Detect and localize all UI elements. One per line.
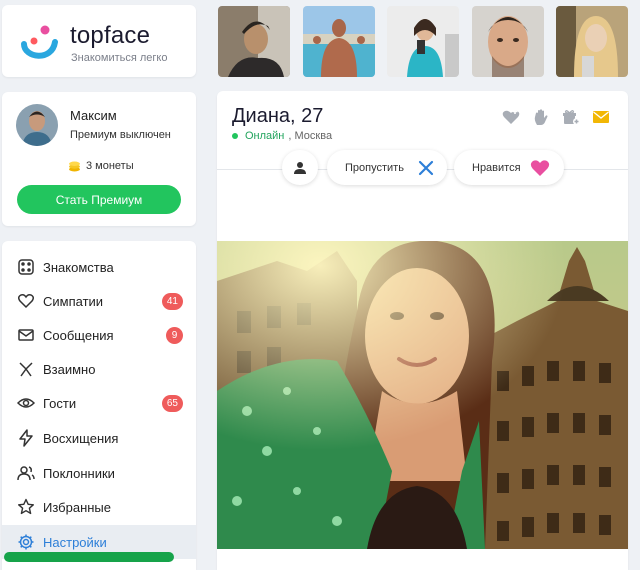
sidebar-item-label: Избранные (43, 499, 111, 515)
horizontal-scrollbar[interactable] (4, 552, 174, 562)
wave-hand-icon[interactable] (532, 108, 550, 126)
sidebar-item-label: Знакомства (43, 259, 114, 275)
online-indicator (232, 133, 238, 139)
sidebar-item-guests[interactable]: Гости 65 (2, 386, 196, 420)
premium-status: Премиум выключен (70, 129, 171, 141)
logo-card[interactable]: topface Знакомиться легко (2, 5, 196, 77)
profile-thumbnail[interactable] (303, 6, 375, 77)
profile-status: Онлайн , Москва (232, 130, 332, 142)
like-button[interactable]: Нравится (454, 150, 564, 185)
heart-icon (17, 294, 35, 309)
skip-button[interactable]: Пропустить (327, 150, 447, 185)
profile-actions (502, 108, 610, 126)
skip-label: Пропустить (345, 161, 404, 174)
sidebar-item-likes[interactable]: Симпатии 41 (2, 284, 196, 318)
sidebar-item-admirations[interactable]: Восхищения (2, 421, 196, 455)
sidebar-item-favorites[interactable]: Избранные (2, 490, 196, 524)
heart-plus-icon[interactable] (502, 108, 520, 126)
heart-icon (530, 159, 550, 176)
become-premium-button[interactable]: Стать Премиум (17, 185, 181, 214)
close-icon (418, 160, 434, 175)
sidebar-nav: Знакомства Симпатии 41 Сообщения 9 Взаим… (2, 241, 196, 570)
count-badge: 65 (161, 394, 183, 412)
topface-logo-icon (21, 25, 58, 59)
sidebar-item-label: Взаимно (43, 361, 96, 377)
mutual-arrows-icon (19, 362, 33, 377)
fans-icon (17, 466, 35, 481)
like-label: Нравится (472, 161, 521, 174)
sidebar-item-fans[interactable]: Поклонники (2, 456, 196, 490)
send-message-icon[interactable] (592, 108, 610, 126)
brand-tagline: Знакомиться легко (71, 52, 168, 64)
avatar[interactable] (16, 104, 58, 146)
coins-label: 3 монеты (86, 160, 134, 172)
sidebar-item-label: Поклонники (43, 465, 115, 481)
sidebar-item-label: Сообщения (43, 327, 114, 343)
sidebar-item-label: Симпатии (43, 293, 104, 309)
mail-icon (18, 329, 34, 341)
star-icon (18, 498, 34, 515)
user-icon (294, 161, 306, 174)
coins-icon (69, 161, 80, 171)
eye-icon (17, 398, 35, 408)
lightning-icon (19, 429, 33, 447)
profile-thumbnail[interactable] (218, 6, 290, 77)
city-label: , Москва (288, 130, 333, 142)
user-name[interactable]: Максим (70, 108, 117, 123)
sidebar-item-mutual[interactable]: Взаимно (2, 352, 196, 386)
count-badge: 9 (166, 326, 183, 344)
dice-icon (18, 259, 34, 275)
sidebar-item-dating[interactable]: Знакомства (2, 250, 196, 284)
profile-name-age: Диана, 27 (232, 105, 324, 127)
profile-thumbnail[interactable] (556, 6, 628, 77)
sidebar-item-label: Гости (43, 395, 77, 411)
online-label: Онлайн (245, 130, 285, 142)
sidebar-item-messages[interactable]: Сообщения 9 (2, 318, 196, 352)
gear-icon (18, 534, 34, 550)
brand-name: topface (70, 22, 151, 49)
user-card: Максим Премиум выключен 3 монеты Стать П… (2, 92, 196, 226)
sidebar-item-label: Настройки (43, 534, 107, 550)
profile-photo[interactable] (217, 241, 628, 549)
profile-thumbnail[interactable] (472, 6, 544, 77)
profile-thumbnail[interactable] (387, 6, 459, 77)
sidebar-item-label: Восхищения (43, 430, 119, 446)
profile-info-button[interactable] (282, 150, 318, 185)
coins-balance[interactable]: 3 монеты (68, 160, 134, 172)
count-badge: 41 (161, 292, 183, 310)
gift-icon[interactable] (562, 108, 580, 126)
